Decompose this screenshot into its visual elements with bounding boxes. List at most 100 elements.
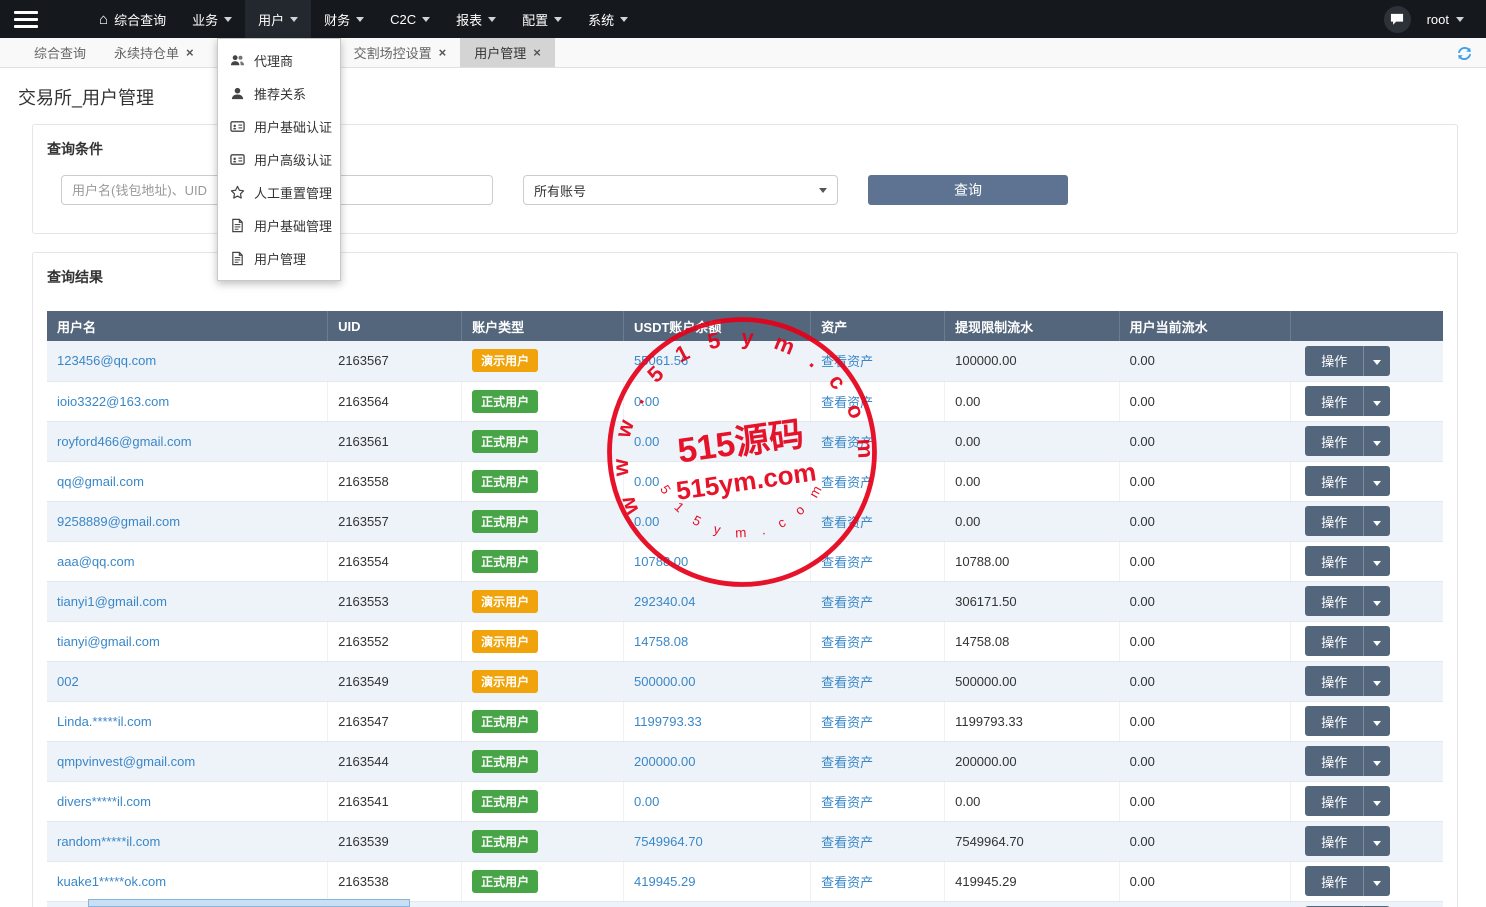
nav-item-user[interactable]: 用户 <box>245 0 312 38</box>
row-action-caret-button[interactable] <box>1363 586 1391 616</box>
usdt-balance-link[interactable]: 500000.00 <box>634 674 695 689</box>
nav-item-reports[interactable]: 报表 <box>443 0 509 38</box>
username-link[interactable]: ioio3322@163.com <box>57 394 169 409</box>
username-link[interactable]: 9258889@gmail.com <box>57 514 180 529</box>
usdt-balance-link[interactable]: 55061.56 <box>634 353 688 368</box>
row-action-button[interactable]: 操作 <box>1305 345 1364 376</box>
view-assets-link[interactable]: 查看资产 <box>821 435 873 450</box>
dropdown-item-referral[interactable]: 推荐关系 <box>218 77 340 110</box>
username-link[interactable]: random*****il.com <box>57 834 160 849</box>
usdt-balance-link[interactable]: 10788.00 <box>634 554 688 569</box>
dropdown-item-agents[interactable]: 代理商 <box>218 44 340 77</box>
row-action-button[interactable]: 操作 <box>1305 706 1364 736</box>
usdt-balance-link[interactable]: 419945.29 <box>634 874 695 889</box>
nav-item-finance[interactable]: 财务 <box>311 0 377 38</box>
view-assets-link[interactable]: 查看资产 <box>821 795 873 810</box>
row-action-button[interactable]: 操作 <box>1305 586 1364 616</box>
usdt-balance-link[interactable]: 0.00 <box>634 794 659 809</box>
messages-icon[interactable] <box>1383 5 1411 33</box>
hamburger-menu-button[interactable] <box>14 6 54 32</box>
dropdown-item-basic-kyc[interactable]: 用户基础认证 <box>218 110 340 143</box>
username-link[interactable]: royford466@gmail.com <box>57 434 192 449</box>
usdt-balance-link[interactable]: 0.00 <box>634 434 659 449</box>
username-link[interactable]: Linda.*****il.com <box>57 714 152 729</box>
view-assets-link[interactable]: 查看资产 <box>821 675 873 690</box>
username-link[interactable]: tianyi1@gmail.com <box>57 594 167 609</box>
row-action-caret-button[interactable] <box>1363 506 1391 536</box>
row-action-caret-button[interactable] <box>1363 826 1391 856</box>
row-action-button[interactable]: 操作 <box>1305 426 1364 456</box>
current-flow-cell: 0.00 <box>1119 901 1292 907</box>
row-action-caret-button[interactable] <box>1363 866 1391 896</box>
row-action-button[interactable]: 操作 <box>1305 746 1364 776</box>
row-action-caret-button[interactable] <box>1363 786 1391 816</box>
tab-overview[interactable]: 综合查询 <box>20 38 100 67</box>
view-assets-link[interactable]: 查看资产 <box>821 515 873 530</box>
usdt-balance-link[interactable]: 7549964.70 <box>634 834 703 849</box>
view-assets-link[interactable]: 查看资产 <box>821 715 873 730</box>
usdt-balance-link[interactable]: 200000.00 <box>634 754 695 769</box>
usdt-balance-link[interactable]: 14758.08 <box>634 634 688 649</box>
user-menu[interactable]: root <box>1427 12 1464 27</box>
tab-user-management[interactable]: 用户管理 × <box>460 38 555 67</box>
row-action-button[interactable]: 操作 <box>1305 546 1364 576</box>
username-link[interactable]: 123456@qq.com <box>57 353 156 368</box>
nav-item-c2c[interactable]: C2C <box>377 0 443 38</box>
dropdown-item-user-basic-mgmt[interactable]: 用户基础管理 <box>218 209 340 242</box>
search-button[interactable]: 查询 <box>868 175 1068 205</box>
view-assets-link[interactable]: 查看资产 <box>821 835 873 850</box>
row-action-button[interactable]: 操作 <box>1305 506 1364 536</box>
horizontal-scrollbar-thumb[interactable] <box>88 899 410 907</box>
row-action-caret-button[interactable] <box>1363 706 1391 736</box>
view-assets-link[interactable]: 查看资产 <box>821 875 873 890</box>
view-assets-link[interactable]: 查看资产 <box>821 595 873 610</box>
dropdown-item-advanced-kyc[interactable]: 用户高级认证 <box>218 143 340 176</box>
nav-item-dashboard[interactable]: ⌂ 综合查询 <box>86 0 179 38</box>
row-action-caret-button[interactable] <box>1363 746 1391 776</box>
username-link[interactable]: tianyi@gmail.com <box>57 634 160 649</box>
row-action-button[interactable]: 操作 <box>1305 626 1364 656</box>
row-action-button[interactable]: 操作 <box>1305 466 1364 496</box>
row-action-caret-button[interactable] <box>1363 386 1391 416</box>
username-link[interactable]: divers*****il.com <box>57 794 151 809</box>
row-action-button[interactable]: 操作 <box>1305 786 1364 816</box>
close-icon[interactable]: × <box>186 46 194 59</box>
username-link[interactable]: qmpvinvest@gmail.com <box>57 754 195 769</box>
row-action-button[interactable]: 操作 <box>1305 826 1364 856</box>
usdt-balance-link[interactable]: 0.00 <box>634 514 659 529</box>
username-link[interactable]: qq@gmail.com <box>57 474 144 489</box>
row-action-button[interactable]: 操作 <box>1305 386 1364 416</box>
row-action-button[interactable]: 操作 <box>1305 666 1364 696</box>
tab-delivery-control[interactable]: 交割场控设置 × <box>340 38 461 67</box>
view-assets-link[interactable]: 查看资产 <box>821 635 873 650</box>
dropdown-item-manual-reset[interactable]: 人工重置管理 <box>218 176 340 209</box>
usdt-balance-link[interactable]: 0.00 <box>634 474 659 489</box>
usdt-balance-link[interactable]: 292340.04 <box>634 594 695 609</box>
close-icon[interactable]: × <box>533 46 541 59</box>
view-assets-link[interactable]: 查看资产 <box>821 755 873 770</box>
account-type-select[interactable]: 所有账号 <box>523 175 838 205</box>
nav-item-business[interactable]: 业务 <box>179 0 245 38</box>
row-action-caret-button[interactable] <box>1363 466 1391 496</box>
row-action-button[interactable]: 操作 <box>1305 866 1364 896</box>
dropdown-item-user-mgmt[interactable]: 用户管理 <box>218 242 340 275</box>
username-link[interactable]: kuake1*****ok.com <box>57 874 166 889</box>
close-icon[interactable]: × <box>439 46 447 59</box>
username-link[interactable]: aaa@qq.com <box>57 554 135 569</box>
view-assets-link[interactable]: 查看资产 <box>821 475 873 490</box>
row-action-caret-button[interactable] <box>1363 345 1391 376</box>
row-action-caret-button[interactable] <box>1363 626 1391 656</box>
tab-perpetual-positions[interactable]: 永续持仓单 × <box>100 38 208 67</box>
view-assets-link[interactable]: 查看资产 <box>821 354 873 369</box>
nav-item-config[interactable]: 配置 <box>509 0 575 38</box>
nav-item-system[interactable]: 系统 <box>575 0 641 38</box>
row-action-caret-button[interactable] <box>1363 546 1391 576</box>
refresh-button[interactable] <box>1454 43 1474 63</box>
row-action-caret-button[interactable] <box>1363 426 1391 456</box>
view-assets-link[interactable]: 查看资产 <box>821 555 873 570</box>
view-assets-link[interactable]: 查看资产 <box>821 395 873 410</box>
username-link[interactable]: 002 <box>57 674 79 689</box>
row-action-caret-button[interactable] <box>1363 666 1391 696</box>
usdt-balance-link[interactable]: 0.00 <box>634 394 659 409</box>
usdt-balance-link[interactable]: 1199793.33 <box>634 714 702 729</box>
